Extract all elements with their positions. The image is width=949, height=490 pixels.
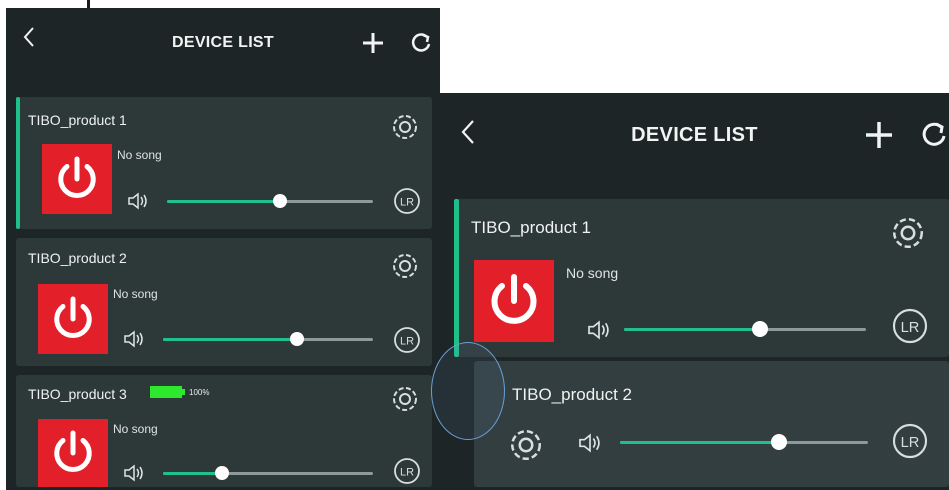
volume-slider-thumb[interactable]	[214, 466, 229, 480]
lr-channel-icon[interactable]: LR	[392, 456, 422, 486]
device-name: TIBO_product 1	[471, 218, 592, 237]
volume-slider[interactable]	[163, 466, 373, 480]
volume-slider-thumb[interactable]	[751, 321, 768, 337]
selected-indicator	[16, 97, 20, 229]
lr-channel-icon[interactable]: LR	[392, 325, 422, 355]
device-card[interactable]: TIBO_product 1 No song LR	[16, 97, 432, 229]
volume-icon	[588, 320, 609, 340]
power-icon	[54, 296, 92, 339]
settings-gear-icon[interactable]	[506, 425, 546, 465]
volume-slider[interactable]	[620, 434, 868, 451]
volume-icon	[128, 192, 147, 210]
settings-gear-icon[interactable]	[389, 383, 421, 415]
battery-icon	[150, 386, 182, 398]
volume-slider-thumb[interactable]	[290, 332, 305, 346]
power-button[interactable]	[38, 284, 108, 354]
volume-slider-thumb[interactable]	[273, 194, 288, 208]
device-card[interactable]: TIBO_product 2 No song LR	[16, 238, 432, 366]
highlight-annotation-circle	[431, 342, 505, 440]
power-button[interactable]	[38, 419, 108, 487]
volume-slider-thumb[interactable]	[770, 434, 787, 450]
device-list-screen-right: DEVICE LIST TIBO_product 1 No song LR TI…	[440, 93, 949, 490]
settings-gear-icon[interactable]	[888, 213, 928, 253]
power-icon	[491, 274, 537, 324]
app-header: DEVICE LIST	[6, 8, 440, 82]
lr-label: LR	[901, 435, 920, 451]
song-title: No song	[566, 265, 619, 281]
device-name: TIBO_product 3	[28, 386, 127, 402]
device-list-screen-left: DEVICE LIST TIBO_product 1 No song LR TI…	[6, 8, 440, 490]
device-name: TIBO_product 2	[512, 385, 633, 404]
lr-label: LR	[400, 336, 414, 348]
lr-label: LR	[400, 467, 414, 479]
power-button[interactable]	[474, 260, 554, 342]
selected-indicator	[454, 199, 459, 357]
settings-gear-icon[interactable]	[389, 250, 421, 282]
power-icon	[54, 430, 92, 473]
battery-indicator: 100%	[150, 386, 209, 398]
lr-channel-icon[interactable]: LR	[890, 306, 930, 346]
battery-level: 100%	[189, 387, 210, 397]
lr-label: LR	[400, 197, 414, 209]
volume-slider[interactable]	[167, 194, 373, 208]
refresh-icon[interactable]	[921, 121, 947, 149]
volume-icon	[579, 433, 600, 453]
device-card[interactable]: TIBO_product 2 LR	[474, 361, 949, 487]
device-card[interactable]: TIBO_product 1 No song LR	[454, 199, 949, 357]
lr-label: LR	[901, 320, 920, 336]
add-icon[interactable]	[865, 121, 893, 149]
song-title: No song	[113, 422, 158, 436]
power-icon	[58, 156, 96, 199]
volume-icon	[124, 464, 143, 482]
settings-gear-icon[interactable]	[389, 111, 421, 143]
add-icon[interactable]	[362, 32, 384, 54]
song-title: No song	[117, 148, 162, 162]
volume-slider[interactable]	[163, 332, 373, 346]
volume-slider[interactable]	[624, 321, 866, 338]
app-header: DEVICE LIST	[440, 93, 949, 177]
lr-channel-icon[interactable]: LR	[392, 186, 422, 216]
refresh-icon[interactable]	[410, 32, 432, 54]
power-button[interactable]	[42, 144, 112, 214]
volume-icon	[124, 330, 143, 348]
song-title: No song	[113, 287, 158, 301]
lr-channel-icon[interactable]: LR	[890, 421, 930, 461]
device-card[interactable]: TIBO_product 3 100% No song LR	[16, 375, 432, 487]
device-name: TIBO_product 2	[28, 250, 127, 266]
device-name: TIBO_product 1	[28, 112, 127, 128]
